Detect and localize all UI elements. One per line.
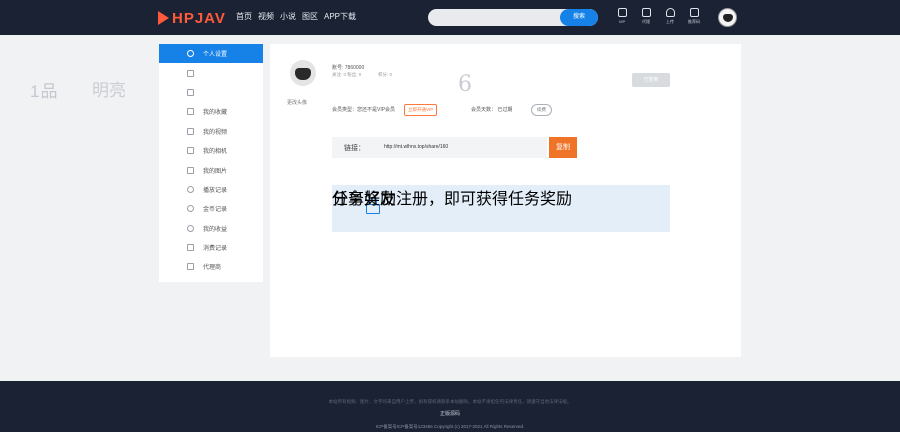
image-icon [187, 166, 194, 174]
sidebar-item-favorites[interactable]: 我的收藏 [159, 102, 263, 121]
task-description: 分享好友注册，即可获得任务奖励 [332, 191, 573, 208]
share-link-url[interactable]: http://mt.wlhnx.top/share/160 [384, 144, 448, 150]
search-bar: 搜索 [428, 9, 598, 26]
points-stat: 积分: 0 [378, 72, 393, 77]
avatar-face-icon [722, 13, 733, 22]
username: 账号: 7860000 [332, 65, 365, 71]
agent-icon[interactable]: 代理 [638, 8, 654, 25]
open-vip-button[interactable]: 立即开通VIP [404, 104, 438, 116]
earnings-icon [187, 224, 194, 232]
site-logo[interactable]: HPJAV [158, 9, 226, 27]
sidebar-item-3[interactable] [159, 83, 263, 102]
header-icon-group: VIP 代理 上传 推荐码 [614, 8, 702, 25]
sidebar-item-consume-records[interactable]: 消费记录 [159, 238, 263, 257]
nav-videos[interactable]: 视频 [258, 11, 274, 22]
follow-stats: 关注: 0 粉丝: 0 [332, 72, 362, 77]
sidebar-item-play-history[interactable]: 播放记录 [159, 180, 263, 199]
footer-disclaimer: 本站所有视频、图片、文字均来自用户上传，如有侵权请联系本站删除。本站不承担任何法… [328, 399, 572, 404]
user-avatar[interactable] [718, 8, 737, 27]
play-icon [187, 185, 194, 193]
renew-button[interactable]: 续费 [531, 104, 552, 116]
sidebar-item-my-images[interactable]: 我的图片 [159, 160, 263, 179]
nav-home[interactable]: 首页 [236, 11, 252, 22]
upload-icon[interactable]: 上传 [662, 8, 678, 25]
agent-tree-icon [187, 263, 194, 271]
profile-avatar[interactable] [290, 60, 316, 86]
phone-icon [187, 69, 194, 77]
signin-button[interactable]: 已签到 [632, 73, 670, 87]
nav-novels[interactable]: 小说 [280, 11, 296, 22]
camera-icon [187, 147, 194, 155]
member-days: 会员天数： 已过期 [471, 107, 513, 113]
sidebar-item-my-earnings[interactable]: 我的收益 [159, 219, 263, 238]
sidebar-item-2[interactable] [159, 63, 263, 82]
share-link-label: 链接： [344, 145, 365, 152]
vip-icon[interactable]: VIP [614, 8, 630, 25]
triangle-icon [187, 88, 194, 96]
search-button[interactable]: 搜索 [560, 9, 598, 26]
sidebar-item-settings[interactable]: 个人设置 [159, 44, 263, 64]
user-icon [187, 50, 194, 58]
member-type: 会员类型：您还不是VIP会员 [332, 107, 396, 113]
logo-text: HPJAV [172, 9, 226, 27]
footer-copyright: ICP备案号ICP备案号123456 Copyright (c) 2017-20… [375, 424, 525, 429]
search-input[interactable] [428, 9, 558, 26]
edit-avatar-link[interactable]: 更改头像 [287, 99, 307, 106]
video-icon [187, 127, 194, 135]
sidebar-item-coin-records[interactable]: 金币记录 [159, 199, 263, 218]
nav-app-download[interactable]: APP下载 [324, 11, 356, 22]
sidebar-item-agent[interactable]: 代理商 [159, 257, 263, 276]
main-nav: 首页 视频 小说 图区 APP下载 [236, 11, 356, 22]
logo-play-icon [158, 11, 169, 25]
level-badge: 6 [458, 72, 473, 97]
star-icon [187, 108, 194, 116]
copy-link-button[interactable]: 复制 [549, 137, 577, 158]
background-deco-text: 1品 [30, 82, 59, 101]
promo-icon[interactable]: 推荐码 [686, 8, 702, 25]
nav-gallery[interactable]: 图区 [302, 11, 318, 22]
sidebar-item-my-camera[interactable]: 我的相机 [159, 141, 263, 160]
user-center-sidebar: 个人设置 我的收藏 我的视频 我的相机 我的图片 播放记录 金币记录 我的收益 … [159, 44, 263, 282]
sidebar-item-my-videos[interactable]: 我的视频 [159, 122, 263, 141]
receipt-icon [187, 244, 194, 252]
footer-source-link[interactable]: 正版源码 [0, 410, 900, 417]
background-deco-text-2: 明亮 [92, 81, 126, 100]
share-link-row: 链接： http://mt.wlhnx.top/share/160 [332, 137, 547, 158]
coin-icon [187, 205, 194, 213]
avatar-face-icon [295, 68, 311, 80]
